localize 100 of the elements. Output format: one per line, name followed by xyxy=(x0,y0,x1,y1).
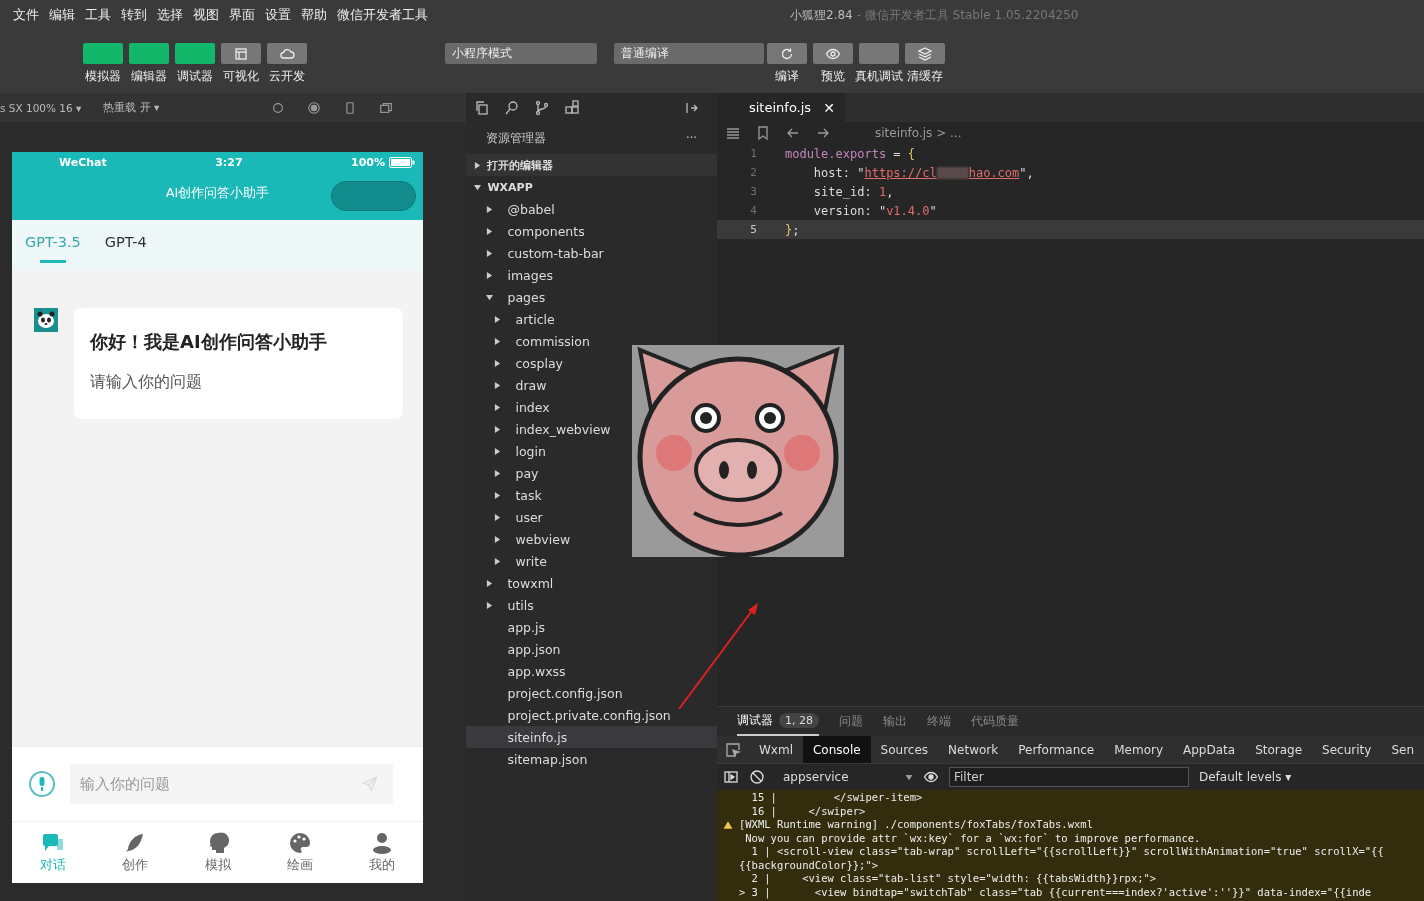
menu-item[interactable]: 帮助 xyxy=(296,6,332,24)
eye-icon xyxy=(922,769,939,785)
folder-row[interactable]: cosplay xyxy=(466,352,567,374)
menu-item[interactable]: 工具 xyxy=(80,6,116,24)
devtools-tab[interactable]: Performance xyxy=(1008,736,1105,763)
microphone-button[interactable] xyxy=(29,771,55,797)
console-line: {{backgroundColor}};"> xyxy=(738,858,879,871)
tab-bar-item[interactable]: 创作 xyxy=(94,822,177,883)
file-row[interactable]: siteinfo.js xyxy=(466,726,717,748)
devtools-tab[interactable]: Sources xyxy=(870,736,939,763)
hot-reload-toggle[interactable]: 热重载 开 ▾ xyxy=(103,100,160,115)
file-row[interactable]: project.config.json xyxy=(466,682,627,704)
toolbar-toggle[interactable] xyxy=(267,43,307,64)
toolbar-toggle[interactable] xyxy=(221,43,261,64)
tab-bar-item[interactable]: 绘画 xyxy=(258,822,341,883)
file-row[interactable]: app.wxss xyxy=(466,660,570,682)
folder-row[interactable]: article xyxy=(466,308,559,330)
file-row[interactable]: app.json xyxy=(466,638,565,660)
folder-row[interactable]: webview xyxy=(466,528,575,550)
folder-row[interactable]: images xyxy=(466,264,557,286)
panel-tab[interactable]: 问题 xyxy=(838,707,863,736)
compile-select[interactable]: 普通编译 xyxy=(614,43,764,64)
capsule-button[interactable] xyxy=(331,181,416,211)
page-title: AI创作问答小助手 xyxy=(165,184,270,202)
toolbar-toggle[interactable] xyxy=(129,43,169,64)
file-row[interactable]: project.private.config.json xyxy=(466,704,675,726)
devtools-tab[interactable]: Wxml xyxy=(748,736,803,763)
toolbar-label: 模拟器 xyxy=(85,69,121,84)
close-icon[interactable]: ✕ xyxy=(823,99,835,116)
device-select[interactable]: s SX 100% 16 ▾ xyxy=(0,101,82,114)
menu-item[interactable]: 视图 xyxy=(188,6,224,24)
devtools-tab[interactable]: Console xyxy=(802,736,871,763)
folder-row[interactable]: task xyxy=(466,484,546,506)
more-button[interactable]: ··· xyxy=(686,131,697,145)
levels-select[interactable]: Default levels ▾ xyxy=(1198,770,1292,784)
menu-item[interactable]: 文件 xyxy=(8,6,44,24)
section-header[interactable]: 打开的编辑器 xyxy=(466,154,717,176)
devtools-tab[interactable]: Memory xyxy=(1104,736,1174,763)
file-row[interactable]: sitemap.json xyxy=(466,748,592,770)
folder-row[interactable]: utils xyxy=(466,594,538,616)
expanded-caret-icon xyxy=(474,183,482,191)
folder-row[interactable]: draw xyxy=(466,374,551,396)
code-line: module.exports = { xyxy=(784,146,916,161)
collapsed-caret-icon xyxy=(486,249,494,257)
folder-row[interactable]: @babel xyxy=(466,198,559,220)
editor-tab[interactable]: siteinfo.js ✕ xyxy=(716,93,845,122)
question-input[interactable]: 输入你的问题 xyxy=(70,764,393,804)
folder-row[interactable]: index_webview xyxy=(466,418,615,440)
folder-row[interactable]: commission xyxy=(466,330,594,352)
devtools-tab[interactable]: Sen xyxy=(1381,736,1424,763)
tab-bar-item[interactable]: 模拟 xyxy=(176,822,259,883)
menu-item[interactable]: 转到 xyxy=(116,6,152,24)
folder-row[interactable]: index xyxy=(466,396,554,418)
menu-item[interactable]: 编辑 xyxy=(44,6,80,24)
toolbar-button[interactable] xyxy=(905,43,945,64)
menu-item[interactable]: 界面 xyxy=(224,6,260,24)
branch-icon xyxy=(534,99,551,116)
panel-tab[interactable]: 输出 xyxy=(882,707,907,736)
toolbar-toggle[interactable] xyxy=(83,43,123,64)
collapsed-caret-icon xyxy=(494,513,502,521)
code-line: version: "v1.4.0" xyxy=(812,203,937,218)
tab-bar-item[interactable]: 我的 xyxy=(340,822,423,883)
context-select[interactable]: appservice xyxy=(774,770,913,784)
model-tab[interactable]: GPT-4 xyxy=(104,234,147,250)
folder-row[interactable]: write xyxy=(466,550,551,572)
battery-icon xyxy=(389,156,415,168)
clock: 3:27 xyxy=(215,155,243,169)
line-number: 5 xyxy=(749,223,758,236)
breadcrumb[interactable]: siteinfo.js > ... xyxy=(874,126,962,140)
menu-item[interactable]: 选择 xyxy=(152,6,188,24)
folder-row[interactable]: pay xyxy=(466,462,543,484)
folder-row[interactable]: pages xyxy=(466,286,550,308)
folder-row[interactable]: towxml xyxy=(466,572,558,594)
collapsed-caret-icon xyxy=(494,381,502,389)
folder-row[interactable]: user xyxy=(466,506,547,528)
code-line: host: "https://cl hao.com", xyxy=(812,165,1034,180)
code-line: }; xyxy=(784,222,800,237)
menu-item[interactable]: 微信开发者工具 xyxy=(332,6,433,24)
panel-tab[interactable]: 代码质量 xyxy=(970,707,1019,736)
devtools-tab[interactable]: AppData xyxy=(1173,736,1246,763)
toolbar-label: 清缓存 xyxy=(907,69,943,84)
collapsed-caret-icon xyxy=(486,601,494,609)
filter-field[interactable]: Filter xyxy=(948,767,1189,787)
devtools-tab[interactable]: Security xyxy=(1312,736,1382,763)
folder-row[interactable]: login xyxy=(466,440,550,462)
folder-row[interactable]: custom-tab-bar xyxy=(466,242,608,264)
toolbar-toggle[interactable] xyxy=(175,43,215,64)
devtools-tab[interactable]: Network xyxy=(938,736,1009,763)
mode-select[interactable]: 小程序模式 xyxy=(445,43,597,64)
folder-row[interactable]: components xyxy=(466,220,589,242)
console-line: 2 | <view class="tab-list" style="width: {{tabsWidth}}rpx;"> xyxy=(750,872,1157,884)
file-row[interactable]: app.js xyxy=(466,616,549,638)
toolbar-button[interactable] xyxy=(813,43,853,64)
panel-tab[interactable]: 终端 xyxy=(926,707,951,736)
line-number: 4 xyxy=(749,204,758,217)
section-header[interactable]: WXAPP xyxy=(466,176,717,198)
devtools-tab[interactable]: Storage xyxy=(1245,736,1313,763)
toolbar-button[interactable] xyxy=(767,43,807,64)
copy-files-icon xyxy=(474,99,491,116)
menu-item[interactable]: 设置 xyxy=(260,6,296,24)
